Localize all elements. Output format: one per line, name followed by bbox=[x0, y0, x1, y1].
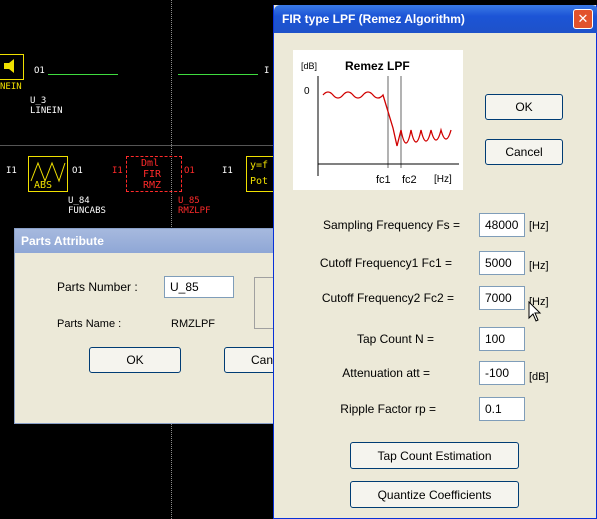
funcabs-inst: U_84 bbox=[68, 196, 90, 206]
linein-label: NEIN bbox=[0, 82, 22, 92]
tap-count-label: Tap Count N = bbox=[356, 332, 434, 346]
funcabs-type: FUNCABS bbox=[68, 206, 106, 216]
pot-label-bot: Pot bbox=[250, 176, 269, 187]
ripple-factor-label: Ripple Factor rp = bbox=[340, 402, 436, 416]
linein-inst: U_3 bbox=[30, 96, 47, 106]
sampling-frequency-unit: [Hz] bbox=[529, 220, 549, 232]
fir-ok-button[interactable]: OK bbox=[485, 94, 563, 120]
remez-graph: Remez LPF [dB] 0 fc1 fc2 [Hz] bbox=[293, 50, 463, 190]
rmzlpf-inst: U_85 bbox=[178, 196, 200, 206]
funcabs-label: ABS bbox=[34, 180, 53, 191]
fir-cancel-button[interactable]: Cancel bbox=[485, 139, 563, 165]
funcabs-in-pin: I1 bbox=[6, 166, 17, 176]
sampling-frequency-label: Sampling Frequency Fs = bbox=[322, 218, 460, 232]
funcabs-out-pin: O1 bbox=[72, 166, 83, 176]
fir-dialog: FIR type LPF (Remez Algorithm) ✕ Remez L… bbox=[273, 5, 597, 519]
cutoff-frequency1-input[interactable]: 5000 bbox=[479, 251, 525, 275]
tap-count-estimation-button[interactable]: Tap Count Estimation bbox=[350, 442, 519, 469]
cutoff-frequency1-unit: [Hz] bbox=[529, 260, 549, 272]
parts-name-label: Parts Name : bbox=[57, 318, 122, 330]
parts-number-label: Parts Number : bbox=[57, 280, 138, 294]
rmzlpf-label-mid: FIR bbox=[143, 169, 162, 180]
rmzlpf-block[interactable]: Dml FIR RMZ bbox=[126, 156, 182, 192]
graph-x-unit: [Hz] bbox=[434, 174, 452, 185]
parts-name-value: RMZLPF bbox=[171, 318, 215, 330]
linein-type: LINEIN bbox=[30, 106, 63, 116]
parts-attribute-dialog: Parts Attribute Parts Number : U_85 Part… bbox=[14, 228, 284, 424]
sampling-frequency-input[interactable]: 48000 bbox=[479, 213, 525, 237]
parts-number-input[interactable]: U_85 bbox=[164, 276, 234, 298]
graph-fc2-label: fc2 bbox=[402, 174, 417, 186]
rmzlpf-out-pin: O1 bbox=[184, 166, 195, 176]
funcabs-block[interactable]: ABS bbox=[28, 156, 68, 192]
fir-title: FIR type LPF (Remez Algorithm) bbox=[282, 12, 465, 26]
rmzlpf-type: RMZLPF bbox=[178, 206, 211, 216]
quantize-coefficients-button[interactable]: Quantize Coefficients bbox=[350, 481, 519, 508]
cutoff-frequency1-label: Cutoff Frequency1 Fc1 = bbox=[319, 256, 452, 270]
cutoff-frequency2-label: Cutoff Frequency2 Fc2 = bbox=[321, 291, 454, 305]
mouse-cursor-icon bbox=[528, 301, 542, 322]
right-block-in-pin: I1 bbox=[222, 166, 233, 176]
pot-label-top: y=f bbox=[250, 160, 269, 171]
wire bbox=[178, 74, 258, 75]
grid-line bbox=[0, 145, 275, 146]
linein-block[interactable] bbox=[0, 54, 24, 80]
parts-attribute-title: Parts Attribute bbox=[21, 234, 104, 248]
parts-ok-button[interactable]: OK bbox=[89, 347, 181, 373]
attenuation-label: Attenuation att = bbox=[342, 366, 430, 380]
pin-i: I bbox=[264, 66, 270, 76]
rmzlpf-label-bot: RMZ bbox=[143, 180, 162, 191]
attenuation-unit: [dB] bbox=[529, 371, 549, 383]
graph-fc1-label: fc1 bbox=[376, 174, 391, 186]
tap-count-input[interactable]: 100 bbox=[479, 327, 525, 351]
speaker-icon bbox=[4, 59, 14, 73]
fir-titlebar[interactable]: FIR type LPF (Remez Algorithm) ✕ bbox=[274, 5, 597, 33]
attenuation-input[interactable]: -100 bbox=[479, 361, 525, 385]
frequency-response-plot bbox=[317, 76, 459, 176]
rmzlpf-in-pin: I1 bbox=[112, 166, 123, 176]
cutoff-frequency2-input[interactable]: 7000 bbox=[479, 286, 525, 310]
close-icon[interactable]: ✕ bbox=[573, 9, 593, 29]
rmzlpf-label-top: Dml bbox=[141, 158, 160, 169]
ripple-factor-input[interactable]: 0.1 bbox=[479, 397, 525, 421]
wire bbox=[48, 74, 118, 75]
linein-out-pin: O1 bbox=[34, 66, 45, 76]
parts-attribute-titlebar[interactable]: Parts Attribute bbox=[15, 229, 277, 253]
